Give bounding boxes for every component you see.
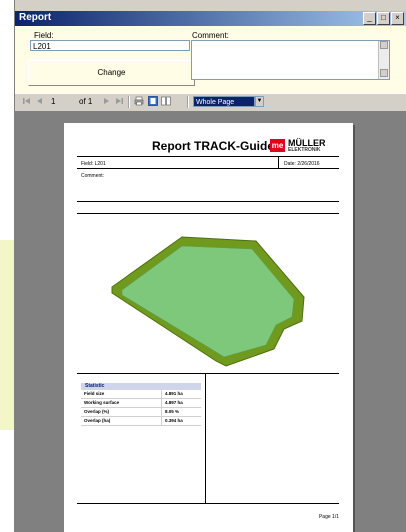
toolbar-separator — [187, 96, 189, 108]
report-date: Date: 2/26/2016 — [284, 161, 320, 167]
stat-value: 4.891 ha — [165, 391, 183, 396]
stat-label: Overlap (ha) — [84, 418, 111, 423]
viewer-toolbar: 1 of 1 Whole Page ▼ — [15, 93, 406, 112]
stat-label: Field size — [84, 391, 105, 396]
field-map — [111, 236, 305, 367]
background-strip-highlight — [0, 240, 14, 430]
statistics-title: Statistic — [81, 383, 201, 390]
title-bar[interactable]: Report _ □ × — [15, 11, 406, 26]
divider — [77, 213, 339, 214]
logo-subtitle: ELEKTRONIK — [288, 147, 321, 153]
cell-divider — [161, 408, 162, 416]
field-label: Field: — [34, 31, 54, 40]
field-input[interactable]: L201 — [30, 40, 190, 51]
stat-label: Overlap (%) — [84, 409, 110, 414]
report-window: Report _ □ × Field: L201 Change Comment:… — [14, 0, 406, 532]
comment-scrollbar[interactable] — [378, 41, 389, 79]
current-page-field[interactable]: 1 — [51, 97, 55, 106]
divider — [278, 156, 279, 168]
maximize-button[interactable]: □ — [377, 12, 390, 25]
stat-value: 4.897 ha — [165, 400, 183, 405]
print-icon[interactable] — [134, 96, 144, 106]
scroll-up-arrow-icon[interactable] — [380, 41, 388, 49]
report-comment: Comment: — [81, 173, 105, 179]
divider — [77, 373, 339, 374]
stat-value: 0.394 ha — [165, 418, 183, 423]
page-count: of 1 — [79, 97, 93, 106]
table-row: Working surface 4.897 ha — [81, 399, 201, 408]
cell-divider — [161, 399, 162, 407]
report-title: Report TRACK-Guide — [152, 139, 274, 153]
comment-label: Comment: — [192, 31, 229, 40]
stat-value: 8.05 % — [165, 409, 180, 414]
next-page-icon[interactable] — [101, 96, 111, 106]
window-controls: _ □ × — [362, 12, 404, 25]
toolbar-separator — [128, 96, 130, 108]
report-viewer[interactable]: Report TRACK-Guide me MÜLLER ELEKTRONIK … — [15, 111, 406, 532]
divider — [77, 156, 339, 157]
report-page: Report TRACK-Guide me MÜLLER ELEKTRONIK … — [64, 123, 353, 532]
divider — [205, 373, 206, 503]
statistics-table: Statistic Field size 4.891 ha Working su… — [81, 383, 201, 426]
minimize-button[interactable]: _ — [363, 12, 376, 25]
zoom-select[interactable]: Whole Page — [193, 96, 255, 107]
divider — [77, 201, 339, 202]
first-page-icon[interactable] — [22, 96, 32, 106]
table-row: Overlap (ha) 0.394 ha — [81, 417, 201, 426]
background-strip — [0, 0, 14, 532]
table-row: Overlap (%) 8.05 % — [81, 408, 201, 417]
cell-divider — [161, 390, 162, 398]
single-page-view-icon[interactable] — [148, 96, 158, 106]
window-title: Report — [19, 12, 52, 23]
last-page-icon[interactable] — [114, 96, 124, 106]
previous-page-icon[interactable] — [35, 96, 45, 106]
comment-textarea[interactable] — [191, 40, 390, 80]
divider — [77, 168, 339, 169]
chevron-down-icon[interactable]: ▼ — [255, 96, 264, 107]
change-button[interactable]: Change — [28, 60, 195, 86]
report-field: Field: L201 — [81, 161, 106, 167]
close-button[interactable]: × — [391, 12, 404, 25]
page-number: Page 1/1 — [318, 514, 339, 520]
logo-mark: me — [270, 139, 285, 152]
scroll-down-arrow-icon[interactable] — [380, 69, 388, 77]
divider — [77, 503, 339, 504]
stat-label: Working surface — [84, 400, 120, 405]
cell-divider — [161, 417, 162, 425]
table-row: Field size 4.891 ha — [81, 390, 201, 399]
multi-page-view-icon[interactable] — [161, 96, 171, 106]
